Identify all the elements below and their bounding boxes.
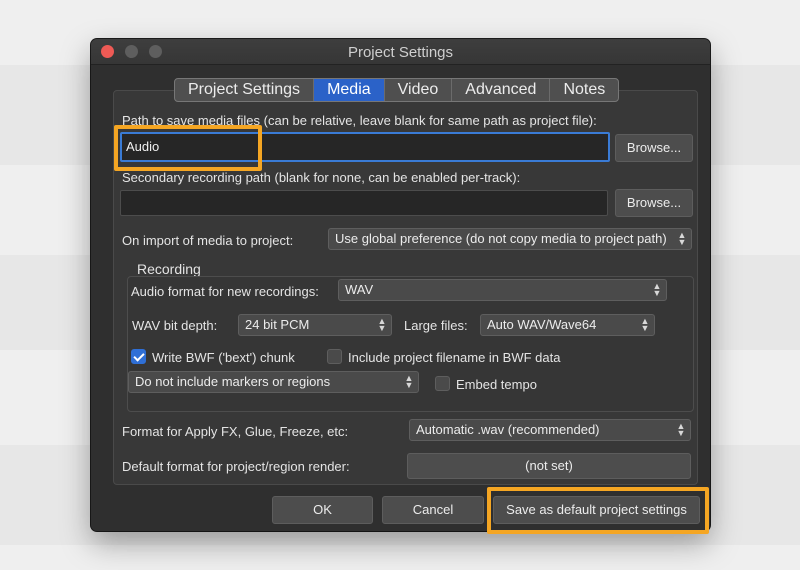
- window-title: Project Settings: [347, 44, 454, 61]
- bit-depth-value: 24 bit PCM: [245, 317, 310, 332]
- audio-format-value: WAV: [345, 282, 374, 297]
- embed-tempo-checkbox[interactable]: [435, 376, 450, 391]
- chevron-up-down-icon: ▲ ▼: [640, 316, 650, 333]
- large-files-value: Auto WAV/Wave64: [487, 317, 597, 332]
- large-files-select[interactable]: Auto WAV/Wave64 ▲ ▼: [480, 314, 655, 336]
- bit-depth-select[interactable]: 24 bit PCM ▲ ▼: [238, 314, 392, 336]
- media-path-browse-button[interactable]: Browse...: [615, 134, 693, 162]
- bit-depth-label: WAV bit depth:: [132, 318, 218, 333]
- highlight-media-path: [114, 125, 262, 171]
- highlight-save-default: [487, 487, 709, 534]
- secondary-path-label: Secondary recording path (blank for none…: [122, 170, 521, 185]
- secondary-path-browse-button[interactable]: Browse...: [615, 189, 693, 217]
- tab-project-settings[interactable]: Project Settings: [175, 79, 315, 101]
- markers-value: Do not include markers or regions: [135, 374, 331, 389]
- title-bar[interactable]: Project Settings: [91, 39, 710, 65]
- chevron-up-down-icon: ▲ ▼: [677, 230, 687, 247]
- render-format-button[interactable]: (not set): [407, 453, 691, 479]
- audio-format-label: Audio format for new recordings:: [131, 284, 319, 299]
- render-format-label: Default format for project/region render…: [122, 459, 350, 474]
- include-filename-label: Include project filename in BWF data: [348, 350, 561, 365]
- apply-fx-select[interactable]: Automatic .wav (recommended) ▲ ▼: [409, 419, 691, 441]
- chevron-up-down-icon: ▲ ▼: [652, 281, 662, 298]
- tab-media[interactable]: Media: [314, 79, 385, 101]
- ok-button[interactable]: OK: [272, 496, 373, 524]
- recording-group-title: Recording: [137, 261, 201, 277]
- large-files-label: Large files:: [404, 318, 468, 333]
- chevron-up-down-icon: ▲ ▼: [676, 421, 686, 438]
- import-select[interactable]: Use global preference (do not copy media…: [328, 228, 692, 250]
- apply-fx-value: Automatic .wav (recommended): [416, 422, 600, 437]
- embed-tempo-label: Embed tempo: [456, 377, 537, 392]
- tab-advanced[interactable]: Advanced: [452, 79, 551, 101]
- markers-select[interactable]: Do not include markers or regions ▲ ▼: [128, 371, 419, 393]
- chevron-up-down-icon: ▲ ▼: [377, 316, 387, 333]
- bwf-label: Write BWF ('bext') chunk: [152, 350, 295, 365]
- apply-fx-label: Format for Apply FX, Glue, Freeze, etc:: [122, 424, 349, 439]
- import-select-value: Use global preference (do not copy media…: [335, 231, 667, 246]
- tab-notes[interactable]: Notes: [550, 79, 618, 101]
- audio-format-select[interactable]: WAV ▲ ▼: [338, 279, 667, 301]
- cancel-button[interactable]: Cancel: [382, 496, 484, 524]
- bwf-checkbox[interactable]: [131, 349, 146, 364]
- tab-bar: Project Settings Media Video Advanced No…: [174, 78, 620, 102]
- include-filename-checkbox[interactable]: [327, 349, 342, 364]
- import-label: On import of media to project:: [122, 233, 294, 248]
- chevron-up-down-icon: ▲ ▼: [404, 373, 414, 390]
- secondary-path-input[interactable]: [120, 190, 608, 216]
- tab-video[interactable]: Video: [385, 79, 453, 101]
